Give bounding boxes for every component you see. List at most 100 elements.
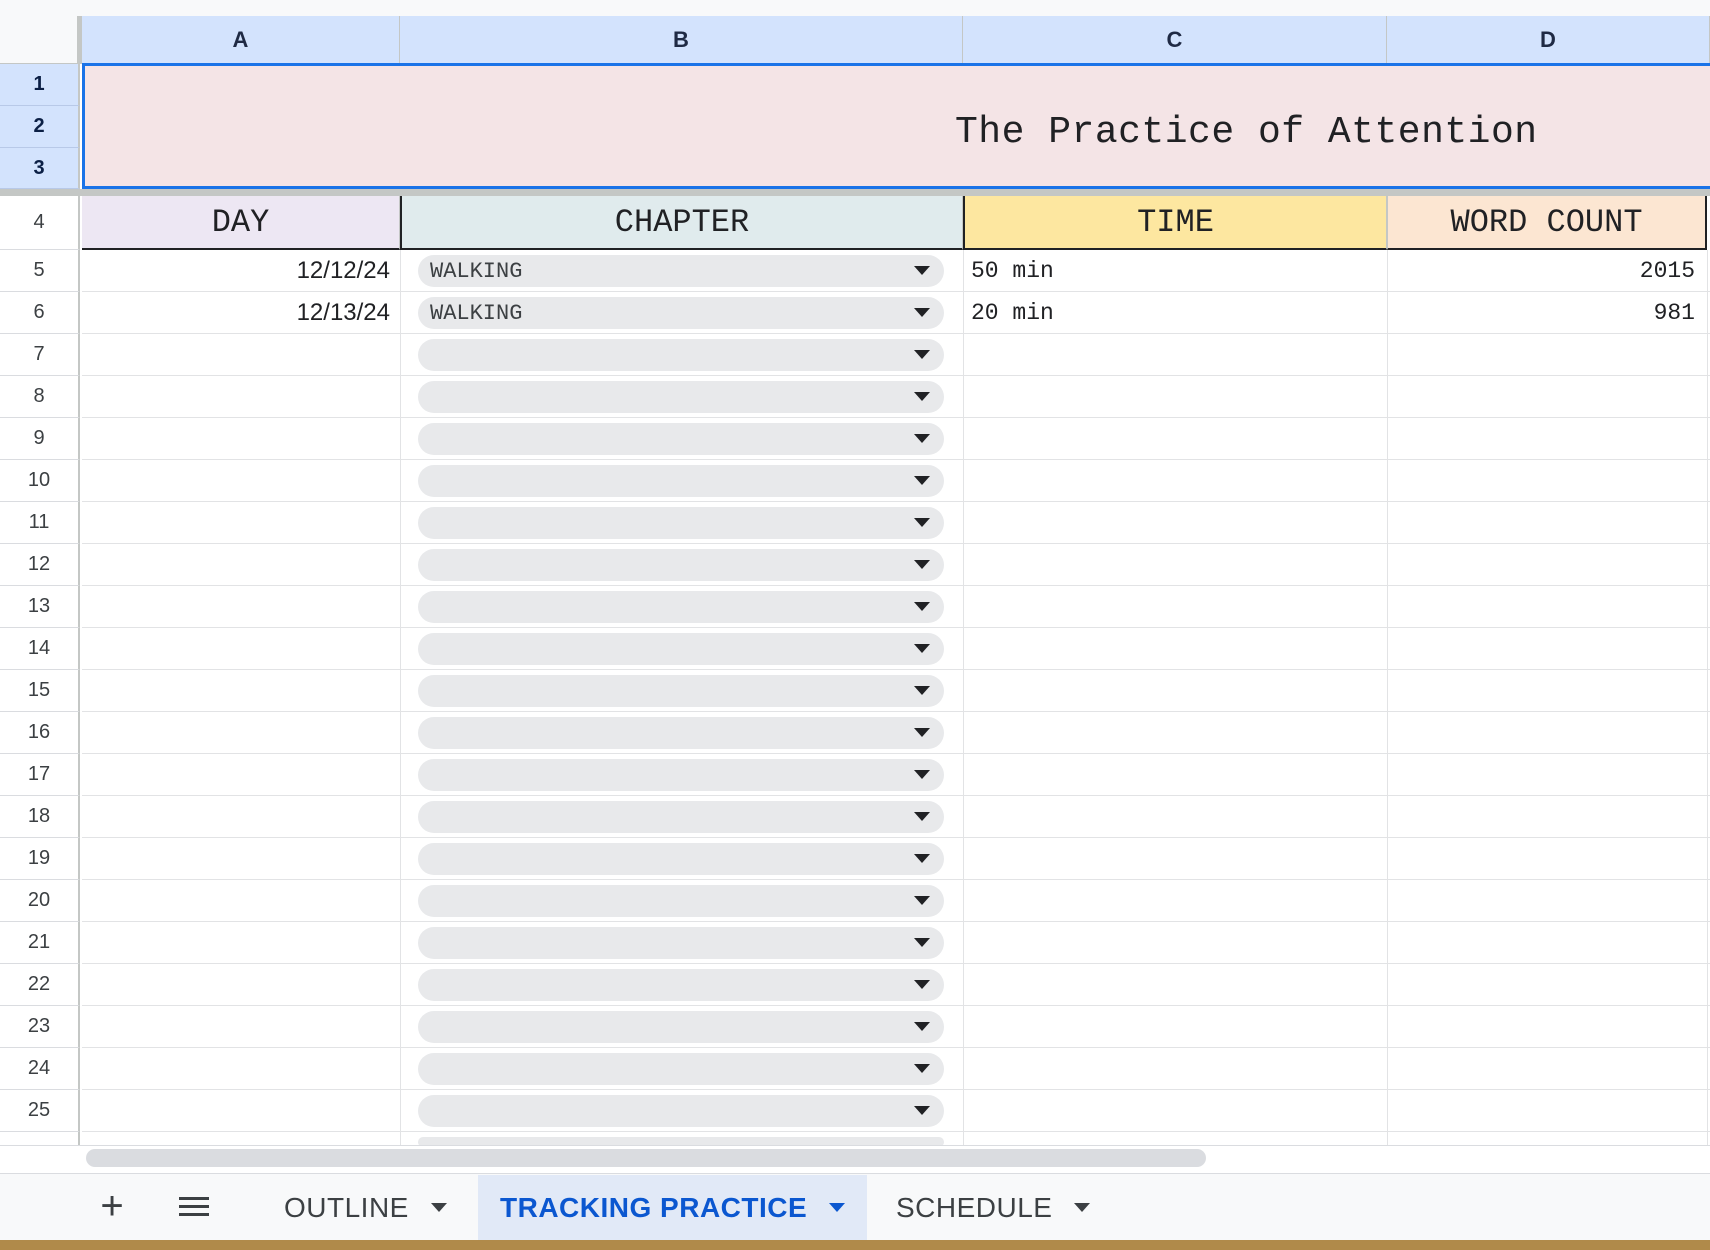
row-header-7[interactable]: 7 bbox=[0, 334, 80, 376]
dropdown-caret-icon bbox=[914, 644, 930, 653]
column-header-c[interactable]: C bbox=[963, 16, 1387, 64]
chapter-dropdown[interactable] bbox=[418, 717, 944, 749]
row-header-5[interactable]: 5 bbox=[0, 250, 80, 292]
grid-line bbox=[1707, 250, 1708, 1145]
chapter-value: WALKING bbox=[430, 258, 523, 284]
chapter-dropdown[interactable] bbox=[418, 549, 944, 581]
row-header-16[interactable]: 16 bbox=[0, 712, 80, 754]
dropdown-caret-icon bbox=[914, 854, 930, 863]
horizontal-scrollbar-thumb[interactable] bbox=[86, 1149, 1206, 1167]
chapter-dropdown[interactable] bbox=[418, 339, 944, 371]
column-header-b[interactable]: B bbox=[400, 16, 963, 64]
row-header-17[interactable]: 17 bbox=[0, 754, 80, 796]
sheet-tab-tracking-practice[interactable]: TRACKING PRACTICE bbox=[478, 1175, 868, 1240]
dropdown-caret-icon bbox=[914, 770, 930, 779]
sheet-tab-label: TRACKING PRACTICE bbox=[500, 1191, 808, 1223]
sheet-tab-outline[interactable]: OUTLINE bbox=[262, 1175, 469, 1240]
dropdown-caret-icon bbox=[914, 392, 930, 401]
sheet-tab-label: OUTLINE bbox=[284, 1191, 409, 1223]
sheet-title: The Practice of Attention bbox=[955, 111, 1538, 154]
chapter-dropdown[interactable] bbox=[418, 759, 944, 791]
row-header-6[interactable]: 6 bbox=[0, 292, 80, 334]
row-header-21[interactable]: 21 bbox=[0, 922, 80, 964]
grid-line bbox=[82, 459, 1710, 460]
title-cell[interactable]: The Practice of Attention bbox=[82, 63, 1710, 189]
grid-line bbox=[82, 837, 1710, 838]
sheet-tab-label: SCHEDULE bbox=[896, 1191, 1053, 1223]
row-header-24[interactable]: 24 bbox=[0, 1048, 80, 1090]
row-header-9[interactable]: 9 bbox=[0, 418, 80, 460]
sheet-tab-schedule[interactable]: SCHEDULE bbox=[874, 1175, 1112, 1240]
row-header-11[interactable]: 11 bbox=[0, 502, 80, 544]
row-header-18[interactable]: 18 bbox=[0, 796, 80, 838]
dropdown-caret-icon bbox=[914, 1106, 930, 1115]
word-count-cell[interactable]: 981 bbox=[1387, 292, 1707, 334]
chapter-dropdown[interactable] bbox=[418, 969, 944, 1001]
chapter-dropdown[interactable] bbox=[418, 1011, 944, 1043]
chapter-dropdown[interactable] bbox=[418, 591, 944, 623]
row-header-4[interactable]: 4 bbox=[0, 196, 80, 250]
chevron-down-icon[interactable] bbox=[1074, 1203, 1091, 1212]
chapter-dropdown[interactable] bbox=[418, 1095, 944, 1127]
header-day[interactable]: DAY bbox=[82, 196, 400, 250]
row-header-8[interactable]: 8 bbox=[0, 376, 80, 418]
chapter-dropdown[interactable] bbox=[418, 843, 944, 875]
grid-line bbox=[1387, 250, 1388, 1145]
menu-icon[interactable] bbox=[172, 1173, 216, 1240]
chapter-dropdown[interactable]: WALKING bbox=[418, 297, 944, 329]
row-header-19[interactable]: 19 bbox=[0, 838, 80, 880]
chapter-dropdown[interactable] bbox=[418, 885, 944, 917]
row-header-26-partial[interactable] bbox=[0, 1132, 80, 1145]
grid-line bbox=[82, 543, 1710, 544]
row-header-25[interactable]: 25 bbox=[0, 1090, 80, 1132]
day-cell[interactable]: 12/13/24 bbox=[82, 292, 400, 334]
row-header-2[interactable]: 2 bbox=[0, 106, 80, 148]
row-header-20[interactable]: 20 bbox=[0, 880, 80, 922]
row-header-3[interactable]: 3 bbox=[0, 148, 80, 189]
grid-line bbox=[82, 963, 1710, 964]
header-word-count[interactable]: WORD COUNT bbox=[1387, 196, 1707, 250]
dropdown-caret-icon bbox=[914, 518, 930, 527]
grid-line bbox=[400, 250, 401, 1145]
chapter-dropdown[interactable] bbox=[418, 465, 944, 497]
chapter-dropdown[interactable] bbox=[418, 633, 944, 665]
chapter-dropdown[interactable] bbox=[418, 675, 944, 707]
dropdown-caret-icon bbox=[914, 728, 930, 737]
chapter-dropdown[interactable] bbox=[418, 507, 944, 539]
header-time[interactable]: TIME bbox=[963, 196, 1387, 250]
row-header-13[interactable]: 13 bbox=[0, 586, 80, 628]
chapter-dropdown-partial[interactable] bbox=[418, 1137, 944, 1145]
row-header-10[interactable]: 10 bbox=[0, 460, 80, 502]
chapter-dropdown[interactable] bbox=[418, 381, 944, 413]
chapter-dropdown[interactable]: WALKING bbox=[418, 255, 944, 287]
chapter-dropdown[interactable] bbox=[418, 423, 944, 455]
column-header-a[interactable]: A bbox=[82, 16, 400, 64]
column-header-d[interactable]: D bbox=[1387, 16, 1710, 64]
dropdown-caret-icon bbox=[914, 1064, 930, 1073]
header-chapter[interactable]: CHAPTER bbox=[400, 196, 963, 250]
toolbar-edge bbox=[0, 0, 1710, 16]
chevron-down-icon[interactable] bbox=[829, 1203, 846, 1212]
row-header-14[interactable]: 14 bbox=[0, 628, 80, 670]
chapter-dropdown[interactable] bbox=[418, 1053, 944, 1085]
row-header-15[interactable]: 15 bbox=[0, 670, 80, 712]
row-header-23[interactable]: 23 bbox=[0, 1006, 80, 1048]
row-header-12[interactable]: 12 bbox=[0, 544, 80, 586]
day-cell[interactable]: 12/12/24 bbox=[82, 250, 400, 292]
dropdown-caret-icon bbox=[914, 266, 930, 275]
frozen-rows-divider[interactable] bbox=[0, 189, 1710, 196]
time-cell[interactable]: 50 min bbox=[963, 250, 1387, 292]
grid-line bbox=[82, 1005, 1710, 1006]
row-header-22[interactable]: 22 bbox=[0, 964, 80, 1006]
chapter-dropdown[interactable] bbox=[418, 927, 944, 959]
chapter-dropdown[interactable] bbox=[418, 801, 944, 833]
plus-icon[interactable]: + bbox=[90, 1173, 134, 1240]
word-count-cell[interactable]: 2015 bbox=[1387, 250, 1707, 292]
grid-line bbox=[82, 627, 1710, 628]
grid-line bbox=[963, 250, 964, 1145]
row-header-1[interactable]: 1 bbox=[0, 64, 80, 106]
dropdown-caret-icon bbox=[914, 560, 930, 569]
chevron-down-icon[interactable] bbox=[430, 1203, 447, 1212]
select-all-corner[interactable] bbox=[0, 16, 82, 64]
time-cell[interactable]: 20 min bbox=[963, 292, 1387, 334]
